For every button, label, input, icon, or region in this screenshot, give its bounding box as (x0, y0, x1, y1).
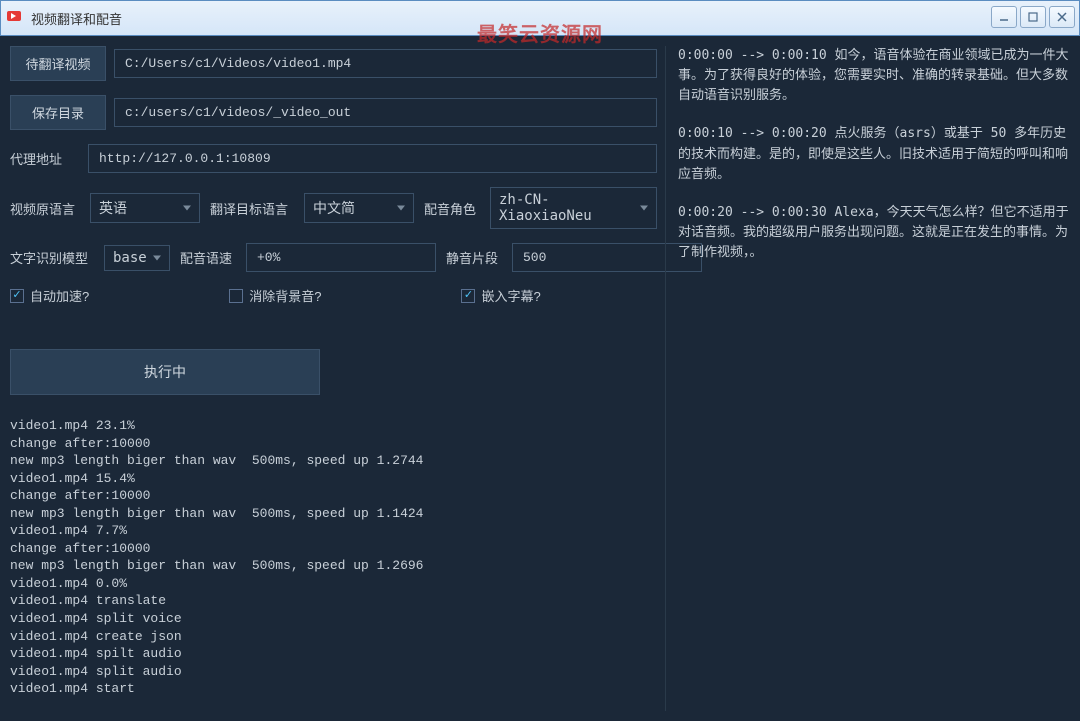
remove-bg-checkbox[interactable]: 消除背景音? (229, 286, 321, 305)
checkbox-icon (461, 289, 475, 303)
embed-subs-checkbox[interactable]: 嵌入字幕? (461, 286, 540, 305)
video-path-input[interactable] (114, 49, 657, 78)
checkbox-icon (229, 289, 243, 303)
voice-speed-label: 配音语速 (180, 248, 236, 267)
voice-role-label: 配音角色 (424, 199, 480, 218)
maximize-button[interactable] (1020, 6, 1046, 28)
select-save-dir-button[interactable]: 保存目录 (10, 95, 106, 130)
voice-speed-input[interactable] (246, 243, 436, 272)
transcript-block: 0:00:20 --> 0:00:30 Alexa，今天天气怎么样？但它不适用于… (678, 203, 1070, 263)
transcript-block: 0:00:10 --> 0:00:20 点火服务（asrs）或基于 50 多年历… (678, 124, 1070, 184)
recognition-model-label: 文字识别模型 (10, 248, 94, 267)
target-lang-label: 翻译目标语言 (210, 199, 294, 218)
execute-button[interactable]: 执行中 (10, 349, 320, 395)
remove-bg-label: 消除背景音? (249, 286, 321, 305)
window-controls (991, 6, 1075, 28)
voice-role-dropdown[interactable]: zh-CN-XiaoxiaoNeu (490, 187, 657, 229)
proxy-input[interactable] (88, 144, 657, 173)
save-dir-input[interactable] (114, 98, 657, 127)
target-lang-dropdown[interactable]: 中文简 (304, 193, 414, 223)
silence-label: 静音片段 (446, 248, 502, 267)
checkbox-icon (10, 289, 24, 303)
source-lang-dropdown[interactable]: 英语 (90, 193, 200, 223)
log-output: video1.mp4 23.1% change after:10000 new … (10, 417, 657, 698)
close-button[interactable] (1049, 6, 1075, 28)
window-title: 视频翻译和配音 (31, 9, 122, 28)
proxy-label: 代理地址 (10, 149, 80, 168)
titlebar: 视频翻译和配音 (0, 0, 1080, 36)
auto-speed-label: 自动加速? (30, 286, 89, 305)
recognition-model-dropdown[interactable]: base (104, 245, 170, 271)
minimize-button[interactable] (991, 6, 1017, 28)
left-panel: 待翻译视频 保存目录 代理地址 视频原语言 英语 翻译目标语言 中文简 配音角色… (10, 46, 657, 711)
transcript-block: 0:00:00 --> 0:00:10 如今，语音体验在商业领域已成为一件大事。… (678, 46, 1070, 106)
source-lang-label: 视频原语言 (10, 199, 80, 218)
app-icon (7, 11, 25, 25)
select-video-button[interactable]: 待翻译视频 (10, 46, 106, 81)
embed-subs-label: 嵌入字幕? (481, 286, 540, 305)
auto-speed-checkbox[interactable]: 自动加速? (10, 286, 89, 305)
transcript-panel: 0:00:00 --> 0:00:10 如今，语音体验在商业领域已成为一件大事。… (665, 46, 1070, 711)
